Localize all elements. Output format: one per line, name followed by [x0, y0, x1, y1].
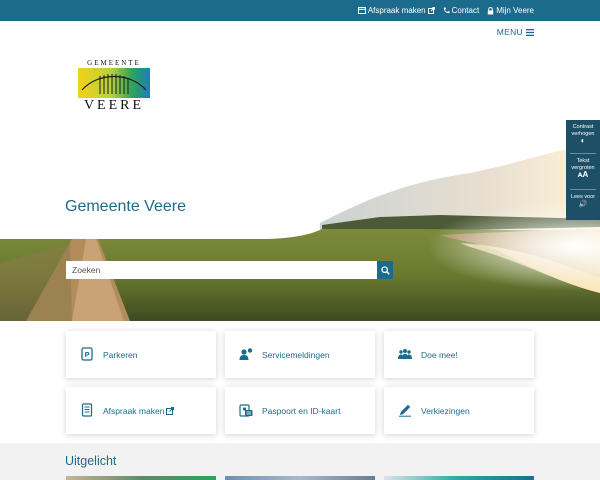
tile-doe-mee-label: Doe mee! [421, 349, 458, 360]
read-aloud-label: Lees voor [570, 194, 596, 200]
contrast-icon: ◐ [580, 136, 586, 146]
tile-doe-mee[interactable]: Doe mee! [384, 331, 534, 378]
top-link-mijn-veere[interactable]: Mijn Veere [487, 6, 534, 15]
tile-parkeren[interactable]: P Parkeren [66, 331, 216, 378]
logo-emblem [78, 68, 150, 98]
tile-paspoort-id[interactable]: Paspoort en ID-kaart [225, 387, 375, 434]
hero-landscape-image [0, 143, 600, 321]
logo-bottom-text: VEERE [83, 98, 145, 113]
featured-image-3[interactable] [384, 476, 534, 480]
hero-title: Gemeente Veere [65, 198, 186, 215]
lock-icon [488, 6, 494, 14]
text-size-icon: ᴀA [577, 170, 589, 180]
top-links: Afspraak maken Contact Mijn Veere [357, 0, 534, 21]
menu-button[interactable]: MENU [497, 27, 534, 37]
svg-text:P: P [85, 350, 90, 359]
accessibility-panel: Contrast verhogen ◐ Tekst vergroten ᴀA L… [566, 120, 600, 220]
tile-servicemeldingen-label: Servicemeldingen [262, 349, 330, 360]
divider [570, 153, 596, 154]
contrast-button[interactable]: Contrast verhogen ◐ [566, 124, 600, 145]
top-link-contact[interactable]: Contact [443, 6, 480, 15]
external-link-icon [427, 7, 435, 14]
service-report-icon [239, 348, 253, 360]
text-size-button[interactable]: Tekst vergroten ᴀA [566, 158, 600, 179]
municipality-logo[interactable]: GEMEENTE VEERE [78, 59, 150, 114]
search-bar [66, 261, 393, 279]
top-link-mijn-veere-label: Mijn Veere [496, 6, 534, 15]
read-aloud-button[interactable]: Lees voor 🔊 [566, 194, 600, 208]
form-list-icon [81, 403, 93, 417]
featured-image-2[interactable] [225, 476, 375, 480]
calendar-icon [357, 7, 366, 14]
featured-image-1[interactable] [66, 476, 216, 480]
divider [570, 189, 596, 190]
featured-title: Uitgelicht [65, 454, 117, 468]
top-link-afspraak-label: Afspraak maken [367, 6, 426, 15]
people-group-icon [398, 349, 412, 359]
tile-verkiezingen[interactable]: Verkiezingen [384, 387, 534, 434]
tile-afspraak-maken[interactable]: Afspraak maken [66, 387, 216, 434]
search-input[interactable] [66, 261, 377, 279]
menu-label: MENU [496, 27, 523, 37]
top-bar: Afspraak maken Contact Mijn Veere [0, 0, 600, 21]
phone-icon [443, 7, 450, 14]
search-button[interactable] [377, 261, 393, 279]
tile-paspoort-id-label: Paspoort en ID-kaart [262, 405, 341, 416]
external-link-icon [166, 406, 175, 415]
featured-section: Uitgelicht [0, 443, 600, 480]
hamburger-icon [526, 28, 534, 36]
tile-afspraak-maken-label: Afspraak maken [103, 405, 165, 416]
quick-links: P Parkeren Servicemeldingen Doe mee! Afs… [66, 331, 534, 435]
top-link-contact-label: Contact [451, 6, 480, 15]
pencil-vote-icon [399, 404, 411, 417]
logo-top-text: GEMEENTE [87, 59, 141, 67]
speaker-icon: 🔊 [578, 200, 588, 208]
tile-servicemeldingen[interactable]: Servicemeldingen [225, 331, 375, 378]
id-card-icon [239, 404, 253, 417]
parking-icon: P [81, 347, 93, 361]
tile-parkeren-label: Parkeren [103, 349, 138, 360]
search-icon [380, 265, 390, 275]
tile-verkiezingen-label: Verkiezingen [421, 405, 470, 416]
top-link-afspraak[interactable]: Afspraak maken [357, 6, 435, 15]
